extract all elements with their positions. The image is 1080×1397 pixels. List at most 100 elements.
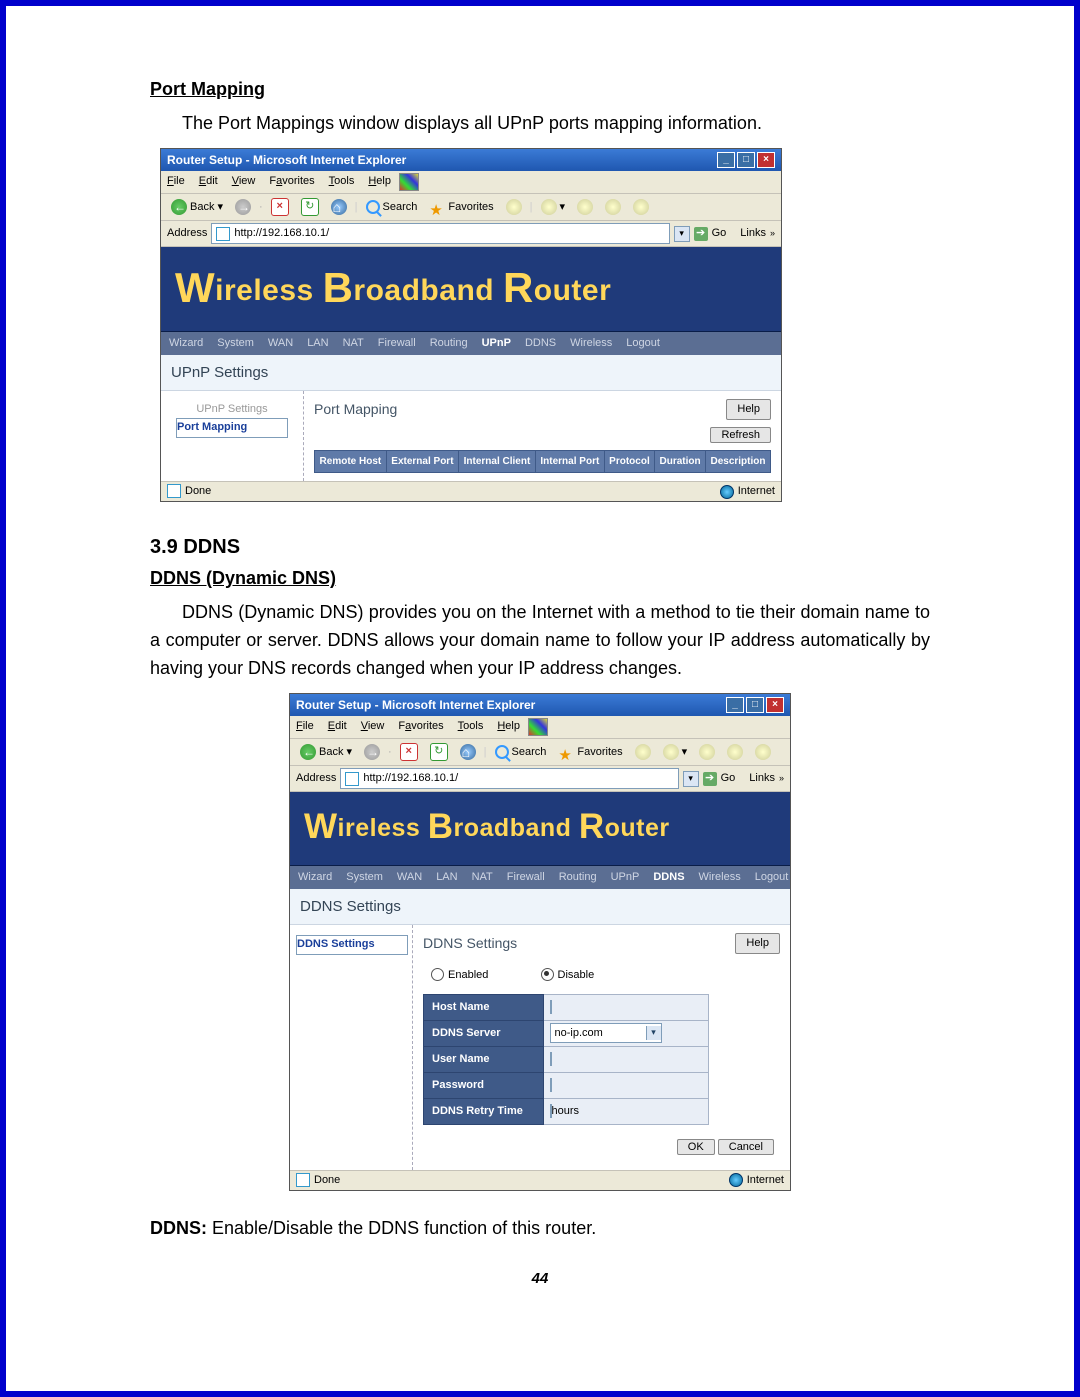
- menu-view[interactable]: View: [232, 173, 256, 191]
- search-button[interactable]: Search: [362, 198, 422, 217]
- history-icon[interactable]: [506, 199, 522, 215]
- forward-button[interactable]: [231, 198, 255, 216]
- menu-tools[interactable]: Tools: [329, 173, 355, 191]
- go-button-icon[interactable]: ➔: [694, 227, 708, 241]
- nav-wan[interactable]: WAN: [397, 869, 422, 886]
- maximize-button[interactable]: □: [737, 152, 755, 168]
- nav-nat[interactable]: NAT: [472, 869, 493, 886]
- links-label[interactable]: Links: [749, 770, 775, 787]
- page-icon: [345, 772, 359, 786]
- menu-help[interactable]: Help: [497, 718, 520, 736]
- nav-routing[interactable]: Routing: [559, 869, 597, 886]
- menu-file[interactable]: File: [296, 718, 314, 736]
- nav-wizard[interactable]: Wizard: [298, 869, 332, 886]
- forward-button[interactable]: [360, 743, 384, 761]
- input-user-name[interactable]: [550, 1052, 552, 1066]
- nav-system[interactable]: System: [217, 335, 254, 352]
- search-button[interactable]: Search: [491, 743, 551, 762]
- minimize-button[interactable]: _: [726, 697, 744, 713]
- history-icon[interactable]: [635, 744, 651, 760]
- nav-ddns[interactable]: DDNS: [525, 335, 556, 352]
- input-password[interactable]: [550, 1078, 552, 1092]
- mail-icon[interactable]: [663, 744, 679, 760]
- go-button-icon[interactable]: ➔: [703, 772, 717, 786]
- close-button[interactable]: ×: [757, 152, 775, 168]
- go-label[interactable]: Go: [712, 225, 727, 242]
- router-nav: Wizard System WAN LAN NAT Firewall Routi…: [161, 332, 781, 355]
- nav-lan[interactable]: LAN: [436, 869, 457, 886]
- nav-firewall[interactable]: Firewall: [507, 869, 545, 886]
- label-user-name: User Name: [424, 1046, 544, 1072]
- nav-wizard[interactable]: Wizard: [169, 335, 203, 352]
- discuss-icon[interactable]: [633, 199, 649, 215]
- refresh-button[interactable]: Refresh: [710, 427, 771, 443]
- address-dropdown[interactable]: ▾: [674, 226, 690, 242]
- search-icon: [495, 745, 509, 759]
- router-banner: Wireless Broadband Router: [290, 792, 790, 865]
- discuss-icon[interactable]: [755, 744, 771, 760]
- select-ddns-server[interactable]: no-ip.com▾: [550, 1023, 662, 1043]
- favorites-button[interactable]: ★Favorites: [425, 198, 497, 217]
- input-host-name[interactable]: [550, 1000, 552, 1014]
- nav-logout[interactable]: Logout: [755, 869, 789, 886]
- back-button[interactable]: Back ▾: [167, 198, 227, 217]
- stop-button[interactable]: ×: [267, 197, 293, 217]
- sidebar-item-port-mapping[interactable]: Port Mapping: [176, 418, 288, 438]
- close-button[interactable]: ×: [766, 697, 784, 713]
- menu-help[interactable]: Help: [368, 173, 391, 191]
- address-input[interactable]: http://192.168.10.1/: [211, 223, 669, 244]
- edit-icon[interactable]: [605, 199, 621, 215]
- nav-upnp[interactable]: UPnP: [482, 335, 511, 352]
- minimize-button[interactable]: _: [717, 152, 735, 168]
- radio-disable[interactable]: Disable: [541, 969, 595, 981]
- stop-button[interactable]: ×: [396, 742, 422, 762]
- refresh-button[interactable]: ↻: [426, 742, 452, 762]
- sidebar-item-ddns-settings[interactable]: DDNS Settings: [296, 935, 408, 955]
- sidebar-item-upnp-settings[interactable]: UPnP Settings: [167, 401, 297, 418]
- address-dropdown[interactable]: ▾: [683, 771, 699, 787]
- help-button[interactable]: Help: [726, 399, 771, 420]
- help-button[interactable]: Help: [735, 933, 780, 954]
- nav-ddns[interactable]: DDNS: [653, 869, 684, 886]
- favorites-button[interactable]: ★Favorites: [554, 743, 626, 762]
- maximize-button[interactable]: □: [746, 697, 764, 713]
- links-label[interactable]: Links: [740, 225, 766, 242]
- mail-icon[interactable]: [541, 199, 557, 215]
- page-title: DDNS Settings: [423, 933, 517, 955]
- nav-lan[interactable]: LAN: [307, 335, 328, 352]
- refresh-button[interactable]: ↻: [297, 197, 323, 217]
- radio-enabled[interactable]: Enabled: [431, 969, 488, 981]
- nav-wan[interactable]: WAN: [268, 335, 293, 352]
- ok-button[interactable]: OK: [677, 1139, 715, 1155]
- home-button[interactable]: [327, 198, 351, 216]
- nav-wireless[interactable]: Wireless: [699, 869, 741, 886]
- menu-favorites[interactable]: Favorites: [398, 718, 443, 736]
- windows-logo-icon: [528, 718, 548, 736]
- port-mapping-text: The Port Mappings window displays all UP…: [150, 110, 930, 138]
- menu-file[interactable]: File: [167, 173, 185, 191]
- nav-upnp[interactable]: UPnP: [611, 869, 640, 886]
- print-icon[interactable]: [577, 199, 593, 215]
- page-title: Port Mapping: [314, 399, 397, 421]
- nav-nat[interactable]: NAT: [343, 335, 364, 352]
- back-icon: [171, 199, 187, 215]
- nav-firewall[interactable]: Firewall: [378, 335, 416, 352]
- menu-favorites[interactable]: Favorites: [269, 173, 314, 191]
- menu-edit[interactable]: Edit: [328, 718, 347, 736]
- print-icon[interactable]: [699, 744, 715, 760]
- menu-view[interactable]: View: [361, 718, 385, 736]
- cancel-button[interactable]: Cancel: [718, 1139, 774, 1155]
- go-label[interactable]: Go: [721, 770, 736, 787]
- nav-wireless[interactable]: Wireless: [570, 335, 612, 352]
- nav-routing[interactable]: Routing: [430, 335, 468, 352]
- col-internal-port: Internal Port: [535, 450, 604, 473]
- back-button[interactable]: Back ▾: [296, 743, 356, 762]
- menu-edit[interactable]: Edit: [199, 173, 218, 191]
- nav-logout[interactable]: Logout: [626, 335, 660, 352]
- nav-system[interactable]: System: [346, 869, 383, 886]
- ddns-subheading: DDNS (Dynamic DNS): [150, 565, 930, 593]
- edit-icon[interactable]: [727, 744, 743, 760]
- home-button[interactable]: [456, 743, 480, 761]
- address-input[interactable]: http://192.168.10.1/: [340, 768, 678, 789]
- menu-tools[interactable]: Tools: [458, 718, 484, 736]
